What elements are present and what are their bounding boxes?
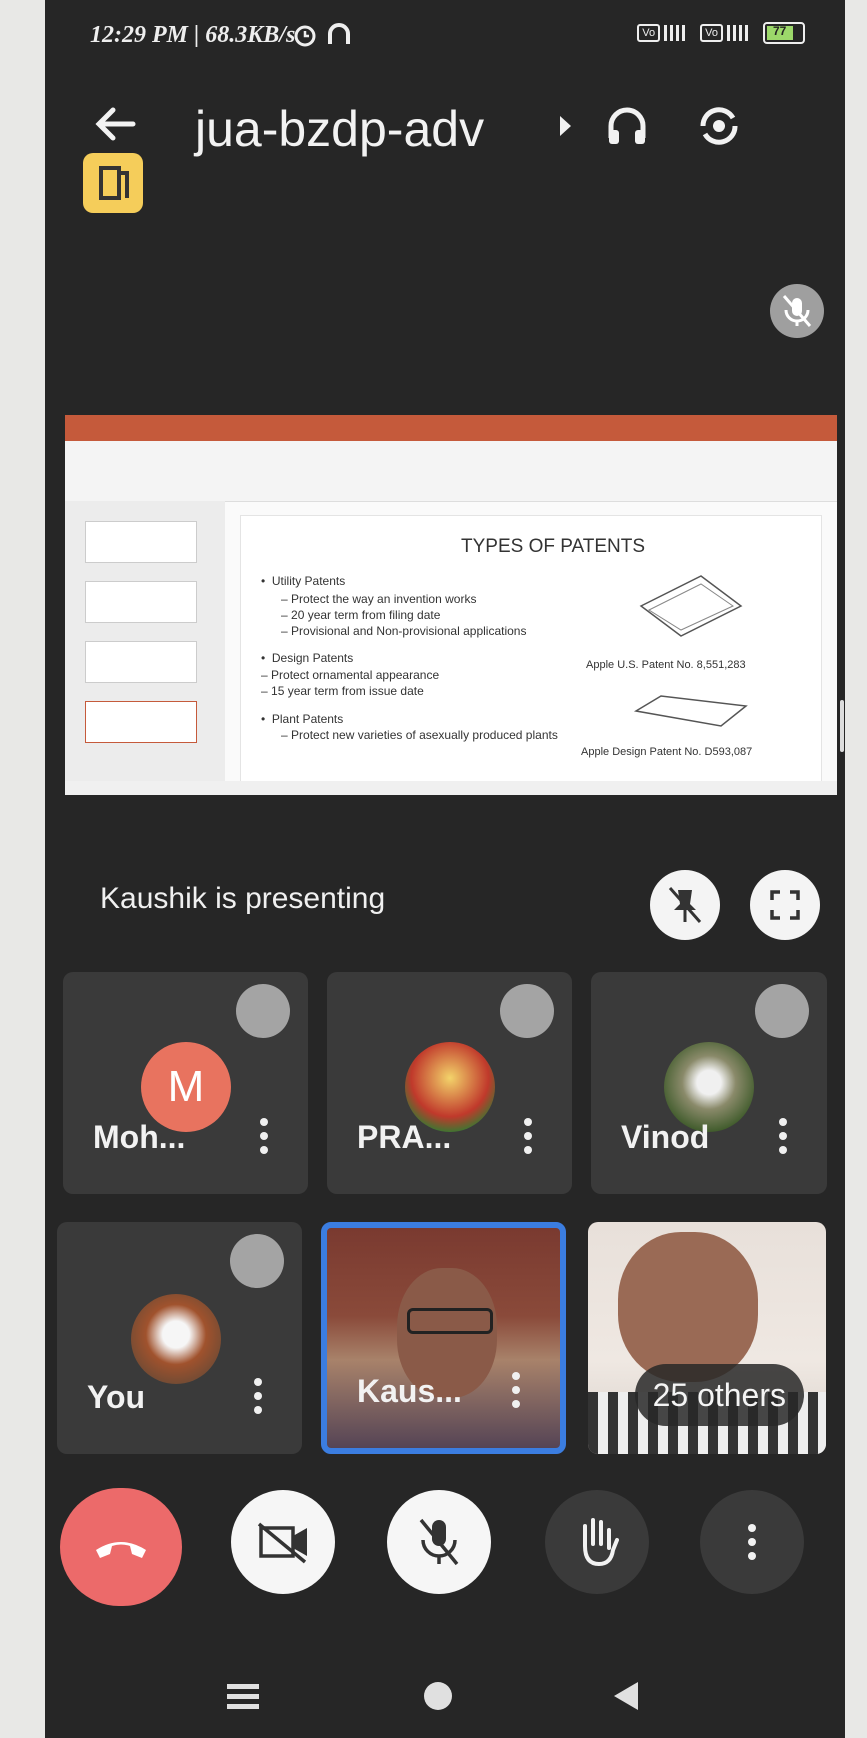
patent-drawing-phone — [639, 575, 743, 637]
bullet-7: • Plant Patents — [261, 712, 344, 726]
participant-tile-you[interactable]: You — [57, 1222, 302, 1454]
switch-camera-icon[interactable] — [695, 102, 743, 150]
headset-status-icon — [328, 23, 350, 44]
recent-apps-icon[interactable] — [225, 1680, 261, 1714]
camera-toggle-button[interactable] — [231, 1490, 335, 1594]
participant-name: Moh... — [93, 1119, 186, 1155]
more-options-icon[interactable] — [254, 1378, 262, 1414]
alarm-icon — [294, 25, 316, 47]
fullscreen-icon — [770, 890, 800, 920]
participant-name: Vinod — [621, 1119, 710, 1155]
bullet-3: – Provisional and Non-provisional applic… — [281, 624, 527, 638]
participant-name: Kaus... — [357, 1373, 462, 1409]
bullet-1: – Protect the way an invention works — [281, 592, 477, 606]
avatar — [131, 1294, 221, 1384]
more-options-icon[interactable] — [512, 1372, 520, 1408]
participant-name: You — [87, 1379, 146, 1415]
video-feed-face — [618, 1232, 758, 1382]
status-time: 12:29 PM | 68.3KB/s — [90, 22, 296, 48]
caption-utility-patent: Apple U.S. Patent No. 8,551,283 — [586, 659, 746, 671]
door-icon — [99, 166, 129, 200]
phone-screen: 12:29 PM | 68.3KB/s Vo Vo 77 jua-bzdp-ad… — [45, 0, 845, 1738]
app-status-bar — [65, 781, 837, 795]
mic-toggle-button[interactable] — [387, 1490, 491, 1594]
participant-tile-vinod[interactable]: Vinod — [591, 972, 827, 1194]
bullet-0: • Utility Patents — [261, 574, 346, 588]
participant-tile-others[interactable]: 25 others — [588, 1222, 826, 1454]
home-icon[interactable] — [420, 1678, 456, 1714]
slide-thumb — [85, 641, 197, 683]
participant-tile-pra[interactable]: PRA... — [327, 972, 572, 1194]
participant-tile-moh[interactable]: M Moh... — [63, 972, 308, 1194]
hang-up-icon — [96, 1542, 146, 1558]
app-title-bar — [65, 415, 837, 441]
back-nav-icon[interactable] — [610, 1680, 642, 1712]
slide-thumbnails — [65, 501, 225, 781]
pin-off-icon — [668, 887, 702, 923]
more-options-icon[interactable] — [260, 1118, 268, 1154]
participant-tile-kaushik[interactable]: Kaus... — [321, 1222, 566, 1454]
others-count-pill[interactable]: 25 others — [634, 1364, 804, 1426]
slide-title: TYPES OF PATENTS — [461, 536, 646, 557]
status-right: Vo Vo 77 — [637, 22, 805, 44]
mic-off-icon — [230, 1234, 284, 1288]
bullet-5: – Protect ornamental appearance — [261, 668, 440, 682]
meeting-info-badge[interactable] — [83, 153, 143, 213]
slide-thumb — [85, 521, 197, 563]
slide-thumb — [85, 581, 197, 623]
chevron-right-icon[interactable] — [560, 116, 571, 136]
mic-off-icon — [782, 295, 812, 327]
patent-drawing-device — [633, 695, 748, 727]
audio-output-icon[interactable] — [605, 104, 649, 148]
mic-off-icon — [500, 984, 554, 1038]
app-ribbon — [65, 441, 837, 502]
battery-level: 77 — [773, 24, 787, 38]
slide-thumb-active — [85, 701, 197, 743]
sim1-signal-icon: Vo — [637, 24, 687, 42]
more-options-icon[interactable] — [779, 1118, 787, 1154]
more-options-button[interactable] — [700, 1490, 804, 1594]
status-bar: 12:29 PM | 68.3KB/s Vo Vo 77 — [45, 0, 845, 80]
system-nav-bar — [45, 1660, 845, 1738]
back-arrow-icon[interactable] — [93, 102, 137, 146]
presenter-mute-indicator — [770, 284, 824, 338]
raise-hand-icon — [583, 1518, 619, 1567]
end-call-button[interactable] — [60, 1488, 182, 1606]
unpin-button[interactable] — [650, 870, 720, 940]
camera-off-icon — [257, 1522, 307, 1564]
raise-hand-button[interactable] — [545, 1490, 649, 1594]
mic-off-icon — [419, 1518, 459, 1566]
presenting-label: Kaushik is presenting — [100, 882, 386, 915]
fullscreen-button[interactable] — [750, 870, 820, 940]
participant-name: PRA... — [357, 1119, 452, 1155]
video-feed-glasses — [407, 1308, 493, 1334]
bullet-6: – 15 year term from issue date — [261, 684, 424, 698]
battery-icon: 77 — [763, 22, 805, 44]
bullet-4: • Design Patents — [261, 651, 354, 665]
scrollbar-thumb[interactable] — [840, 700, 844, 752]
slide-canvas: TYPES OF PATENTS • Utility Patents – Pro… — [240, 515, 822, 787]
mic-off-icon — [236, 984, 290, 1038]
mic-off-icon — [755, 984, 809, 1038]
sim2-signal-icon: Vo — [700, 24, 749, 42]
shared-screen[interactable]: TYPES OF PATENTS • Utility Patents – Pro… — [65, 415, 837, 795]
caption-design-patent: Apple Design Patent No. D593,087 — [581, 746, 753, 758]
bullet-2: – 20 year term from filing date — [281, 608, 441, 622]
meeting-code[interactable]: jua-bzdp-adv — [195, 100, 484, 158]
meeting-top-bar: jua-bzdp-adv — [45, 80, 845, 180]
bullet-8: – Protect new varieties of asexually pro… — [281, 728, 558, 742]
more-options-icon[interactable] — [524, 1118, 532, 1154]
more-vertical-icon — [748, 1524, 756, 1560]
